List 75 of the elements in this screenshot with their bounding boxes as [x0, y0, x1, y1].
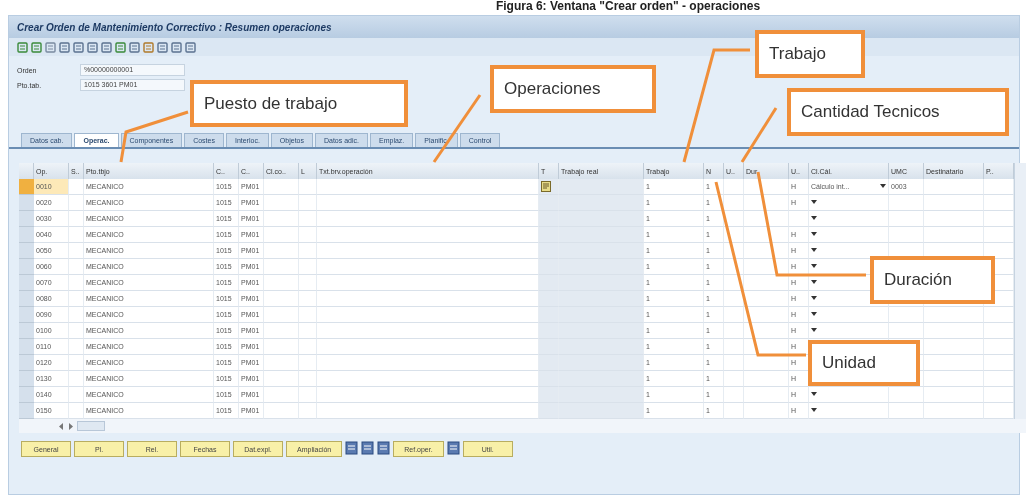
table-cell [984, 195, 1014, 211]
table-cell [924, 307, 984, 323]
dropdown-arrow-icon[interactable] [811, 280, 817, 285]
table-cell [984, 371, 1014, 387]
table-cell [984, 307, 1014, 323]
table-cell [984, 387, 1014, 403]
callout-label: Trabajo [755, 30, 865, 78]
table-cell [924, 195, 984, 211]
toolbar-icon[interactable] [59, 41, 70, 53]
table-cell [299, 211, 317, 227]
toolbar-icon[interactable] [31, 41, 42, 53]
toolbar-icon[interactable] [143, 41, 154, 53]
dropdown-arrow-icon[interactable] [811, 296, 817, 301]
callout-label: Duración [870, 256, 995, 304]
callout-label: Cantidad Tecnicos [787, 88, 1009, 136]
dropdown-arrow-icon[interactable] [811, 408, 817, 413]
table-cell [984, 179, 1014, 195]
table-cell [924, 227, 984, 243]
dropdown-arrow-icon[interactable] [811, 248, 817, 253]
table-cell [924, 323, 984, 339]
table-cell [984, 355, 1014, 371]
dropdown-arrow-icon[interactable] [811, 328, 817, 333]
table-cell [299, 371, 317, 387]
toolbar-icon[interactable] [73, 41, 84, 53]
table-cell [984, 323, 1014, 339]
table-cell [299, 179, 317, 195]
dropdown-arrow-icon[interactable] [811, 216, 817, 221]
window-title: Crear Orden de Mantenimiento Correctivo : Resumen operaciones [9, 16, 1019, 38]
table-cell [924, 387, 984, 403]
table-cell [984, 227, 1014, 243]
table-cell [299, 355, 317, 371]
toolbar-icon[interactable] [171, 41, 182, 53]
scrollbar[interactable] [1014, 163, 1026, 419]
dropdown-arrow-icon[interactable] [811, 392, 817, 397]
table-cell [299, 275, 317, 291]
callout-label: Puesto de trabajo [190, 80, 408, 127]
table-cell [299, 195, 317, 211]
table-cell [984, 211, 1014, 227]
toolbar-icon[interactable] [157, 41, 168, 53]
table-cell [924, 339, 984, 355]
table-cell [299, 291, 317, 307]
toolbar-icon[interactable] [17, 41, 28, 53]
dropdown-arrow-icon[interactable] [811, 312, 817, 317]
table-cell [299, 307, 317, 323]
callout-label: Operaciones [490, 65, 656, 113]
toolbar-icon[interactable] [185, 41, 196, 53]
scroll-arrows-icon[interactable] [59, 422, 73, 430]
toolbar-icon[interactable] [129, 41, 140, 53]
table-cell [744, 211, 789, 227]
table-cell [299, 339, 317, 355]
table-cell [299, 323, 317, 339]
toolbar-icon[interactable] [345, 441, 359, 455]
table-cell [924, 355, 984, 371]
table-cell [299, 259, 317, 275]
toolbar-icon[interactable] [446, 441, 460, 455]
dropdown-arrow-icon[interactable] [811, 200, 817, 205]
table-cell [924, 211, 984, 227]
toolbar-icon[interactable] [361, 441, 375, 455]
toolbar-icon[interactable] [377, 441, 391, 455]
figure-caption: Figura 6: Ventana "Crear orden" - operaciones [494, 0, 762, 13]
callout-label: Unidad [808, 340, 920, 386]
toolbar-icon[interactable] [45, 41, 56, 53]
scroll-thumb[interactable] [77, 421, 105, 431]
note-icon[interactable] [541, 181, 551, 192]
dropdown-arrow-icon[interactable] [811, 264, 817, 269]
leader-line [119, 110, 189, 163]
dropdown-arrow-icon[interactable] [811, 232, 817, 237]
table-cell [299, 227, 317, 243]
toolbar-icon[interactable] [115, 41, 126, 53]
dropdown-arrow-icon[interactable] [880, 184, 886, 189]
table-cell [299, 243, 317, 259]
toolbar-icon[interactable] [87, 41, 98, 53]
toolbar-icon[interactable] [101, 41, 112, 53]
table-cell [984, 339, 1014, 355]
table-cell [299, 387, 317, 403]
